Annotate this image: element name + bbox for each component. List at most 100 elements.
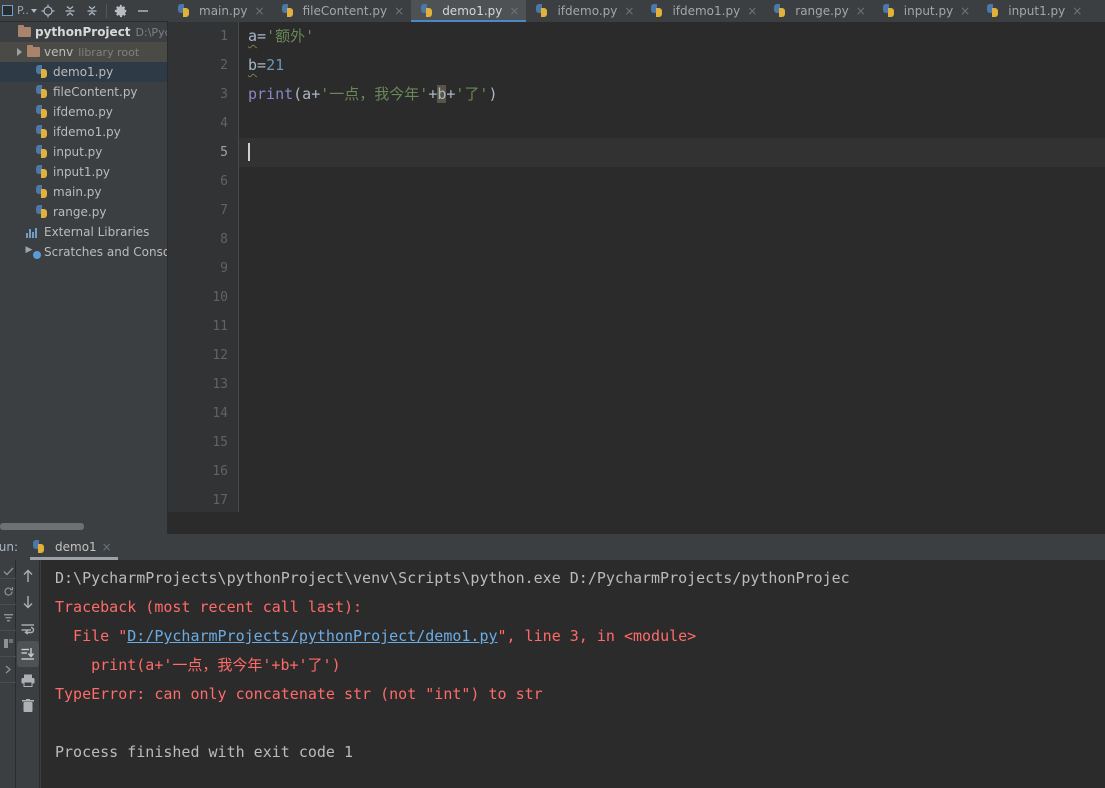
filter-icon[interactable]	[1, 610, 15, 624]
line-number-14: 14	[212, 406, 228, 421]
tree-item-scratches-and-consoles[interactable]: ▶Scratches and Consoles	[0, 242, 168, 262]
tree-item-main-py[interactable]: main.py	[0, 182, 168, 202]
project-toolbar: P..	[0, 0, 168, 22]
run-console-output[interactable]: D:\PycharmProjects\pythonProject\venv\Sc…	[41, 560, 1105, 788]
editor-tab-main-py[interactable]: main.py ×	[168, 0, 272, 22]
editor-tab-ifdemo1-py[interactable]: ifdemo1.py ×	[641, 0, 764, 22]
python-file-icon	[31, 540, 47, 554]
tree-item-range-py[interactable]: range.py	[0, 202, 168, 222]
close-icon[interactable]: ×	[509, 5, 519, 17]
code-line-4[interactable]	[239, 109, 1105, 138]
tree-item-ifdemo1-py[interactable]: ifdemo1.py	[0, 122, 168, 142]
trash-icon[interactable]	[17, 693, 39, 719]
tree-item-label: fileContent.py	[53, 85, 138, 99]
line-number-6: 6	[220, 174, 228, 189]
line-number-4: 4	[220, 116, 228, 131]
token-string-1: '额外'	[266, 27, 315, 45]
editor-tab-demo1-py[interactable]: demo1.py ×	[411, 0, 527, 22]
soft-wrap-icon[interactable]	[17, 615, 39, 641]
close-icon[interactable]: ×	[1072, 5, 1082, 17]
gutter-divider	[0, 682, 16, 683]
tree-item-label: Scratches and Consoles	[44, 245, 168, 259]
tree-item-label: ifdemo.py	[53, 105, 113, 119]
token-var-b: b	[248, 56, 258, 74]
code-line-2[interactable]: b=21	[239, 51, 1105, 80]
close-icon[interactable]: ×	[255, 5, 265, 17]
close-icon[interactable]: ×	[960, 5, 970, 17]
run-configuration-tab[interactable]: demo1 ×	[23, 534, 120, 560]
rerun-icon[interactable]	[1, 584, 15, 598]
line-number-11: 11	[212, 319, 228, 334]
editor-tab-ifdemo-py[interactable]: ifdemo.py ×	[526, 0, 641, 22]
tree-item-subtitle: D:\Pycha	[135, 25, 168, 39]
close-icon[interactable]: ×	[747, 5, 757, 17]
expand-icon[interactable]	[1, 662, 15, 676]
python-file-icon	[649, 4, 665, 18]
collapse-all-icon[interactable]	[81, 0, 103, 22]
tree-item-label: input1.py	[53, 165, 111, 179]
close-icon[interactable]: ×	[102, 540, 112, 554]
line-number-5: 5	[220, 145, 228, 160]
console-file-link[interactable]: D:/PycharmProjects/pythonProject/demo1.p…	[127, 627, 497, 645]
token-paren-close: )	[488, 85, 498, 103]
python-file-icon	[534, 4, 550, 18]
python-file-icon	[34, 145, 50, 159]
project-tree[interactable]: pythonProject D:\Pycha venv library root dem…	[0, 22, 168, 534]
token-number-21: 21	[266, 56, 285, 74]
code-editor[interactable]: 1 2 3 4 5 6 7 8 9 10 11 12 13 14 15 16 17 a='额外' b=21 pr…	[168, 22, 1105, 512]
console-text: ", line 3, in <module>	[497, 627, 697, 645]
editor-tab-filecontent-py[interactable]: fileContent.py ×	[272, 0, 412, 22]
editor-tabbar[interactable]: main.py × fileContent.py × demo1.py × ifdemo.p…	[168, 0, 1105, 22]
locate-icon[interactable]	[37, 0, 59, 22]
code-line-3[interactable]: print(a+'一点，我今年'+b+'了')	[239, 80, 1105, 109]
code-line-5-current[interactable]	[239, 138, 1105, 167]
tree-item-label: main.py	[53, 185, 102, 199]
gear-icon[interactable]	[110, 0, 132, 22]
code-line-1[interactable]: a='额外'	[239, 22, 1105, 51]
tree-item-label: demo1.py	[53, 65, 114, 79]
console-line: TypeError: can only concatenate str (not…	[55, 680, 1105, 709]
scroll-to-end-icon[interactable]	[17, 641, 39, 667]
run-tool-window: Run: demo1 ×	[0, 534, 1105, 788]
project-horizontal-scrollbar[interactable]	[0, 523, 84, 530]
python-file-icon	[881, 4, 897, 18]
print-icon[interactable]	[17, 667, 39, 693]
gutter-divider	[0, 578, 16, 579]
close-icon[interactable]: ×	[394, 5, 404, 17]
expand-arrow-icon[interactable]	[13, 48, 25, 56]
close-icon[interactable]: ×	[856, 5, 866, 17]
console-toolbar[interactable]	[17, 560, 40, 788]
token-string-3: '了'	[455, 85, 489, 103]
tree-item-external-libraries[interactable]: External Libraries	[0, 222, 168, 242]
tree-item-subtitle: library root	[78, 45, 140, 59]
code-area[interactable]: a='额外' b=21 print(a+'一点，我今年'+b+'了')	[239, 22, 1105, 512]
project-selector[interactable]: P..	[0, 4, 37, 17]
up-arrow-icon[interactable]	[17, 563, 39, 589]
close-icon[interactable]: ×	[624, 5, 634, 17]
console-line: print(a+'一点，我今年'+b+'了')	[55, 651, 1105, 680]
run-left-gutter[interactable]	[0, 560, 16, 788]
editor-tab-label: input1.py	[1008, 4, 1066, 18]
tree-item-input1-py[interactable]: input1.py	[0, 162, 168, 182]
project-panel-icon	[2, 5, 13, 16]
tree-item-filecontent-py[interactable]: fileContent.py	[0, 82, 168, 102]
editor-tab-input1-py[interactable]: input1.py ×	[977, 0, 1089, 22]
check-icon[interactable]	[1, 564, 15, 578]
tree-item-input-py[interactable]: input.py	[0, 142, 168, 162]
editor-tab-input-py[interactable]: input.py ×	[873, 0, 977, 22]
tree-item-pythonproject[interactable]: pythonProject D:\Pycha	[0, 22, 168, 42]
down-arrow-icon[interactable]	[17, 589, 39, 615]
tree-item-venv[interactable]: venv library root	[0, 42, 168, 62]
console-line: File "D:/PycharmProjects/pythonProject/d…	[55, 622, 1105, 651]
console-text: Process finished with exit code 1	[55, 743, 354, 761]
tree-item-ifdemo-py[interactable]: ifdemo.py	[0, 102, 168, 122]
python-file-icon	[176, 4, 192, 18]
minimize-icon[interactable]	[132, 0, 154, 22]
expand-all-icon[interactable]	[59, 0, 81, 22]
editor-gutter[interactable]: 1 2 3 4 5 6 7 8 9 10 11 12 13 14 15 16 17	[168, 22, 238, 512]
project-selector-label: P..	[17, 4, 29, 17]
layout-icon[interactable]	[1, 636, 15, 650]
token-eq-2: =	[257, 56, 267, 74]
tree-item-demo1-py[interactable]: demo1.py	[0, 62, 168, 82]
editor-tab-range-py[interactable]: range.py ×	[764, 0, 873, 22]
